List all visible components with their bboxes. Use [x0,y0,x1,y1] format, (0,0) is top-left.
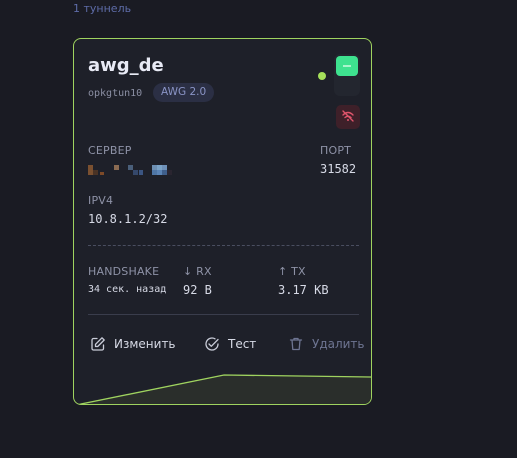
ipv4-value: 10.8.1.2/32 [88,212,168,226]
divider [88,245,359,246]
port-label: ПОРТ [320,144,352,157]
tx-value: 3.17 KB [278,283,329,297]
tunnel-card: awg_de opkgtun10 AWG 2.0 СЕРВЕР ПОРТ 315… [73,38,372,405]
check-circle-icon [204,336,220,352]
tunnel-toggle[interactable] [334,54,360,96]
rx-label: ↓ RX [183,265,212,278]
handshake-label: HANDSHAKE [88,265,160,278]
server-value-obscured [88,165,172,175]
test-label: Тест [228,337,257,351]
protocol-badge: AWG 2.0 [153,83,215,102]
tx-label: ↑ TX [278,265,306,278]
ipv4-label: IPV4 [88,194,114,207]
edit-icon [90,336,106,352]
tunnel-count: 1 туннель [73,2,132,15]
edit-label: Изменить [114,337,176,351]
port-value: 31582 [320,162,357,176]
handshake-value: 34 сек. назад [88,284,167,295]
trash-icon [288,336,304,352]
divider [88,314,359,315]
test-button[interactable]: Тест [204,335,256,353]
edit-button[interactable]: Изменить [90,335,176,353]
tunnel-name: awg_de [88,55,164,76]
status-dot [318,72,326,80]
tunnel-interface: opkgtun10 [88,88,143,99]
traffic-sparkline [77,374,371,404]
power-toggle-icon [336,56,358,76]
disconnect-button[interactable] [336,105,360,129]
delete-label: Удалить [312,337,365,351]
disconnect-icon [341,108,355,127]
rx-value: 92 B [183,283,212,297]
server-label: СЕРВЕР [88,144,132,157]
delete-button[interactable]: Удалить [288,335,365,353]
